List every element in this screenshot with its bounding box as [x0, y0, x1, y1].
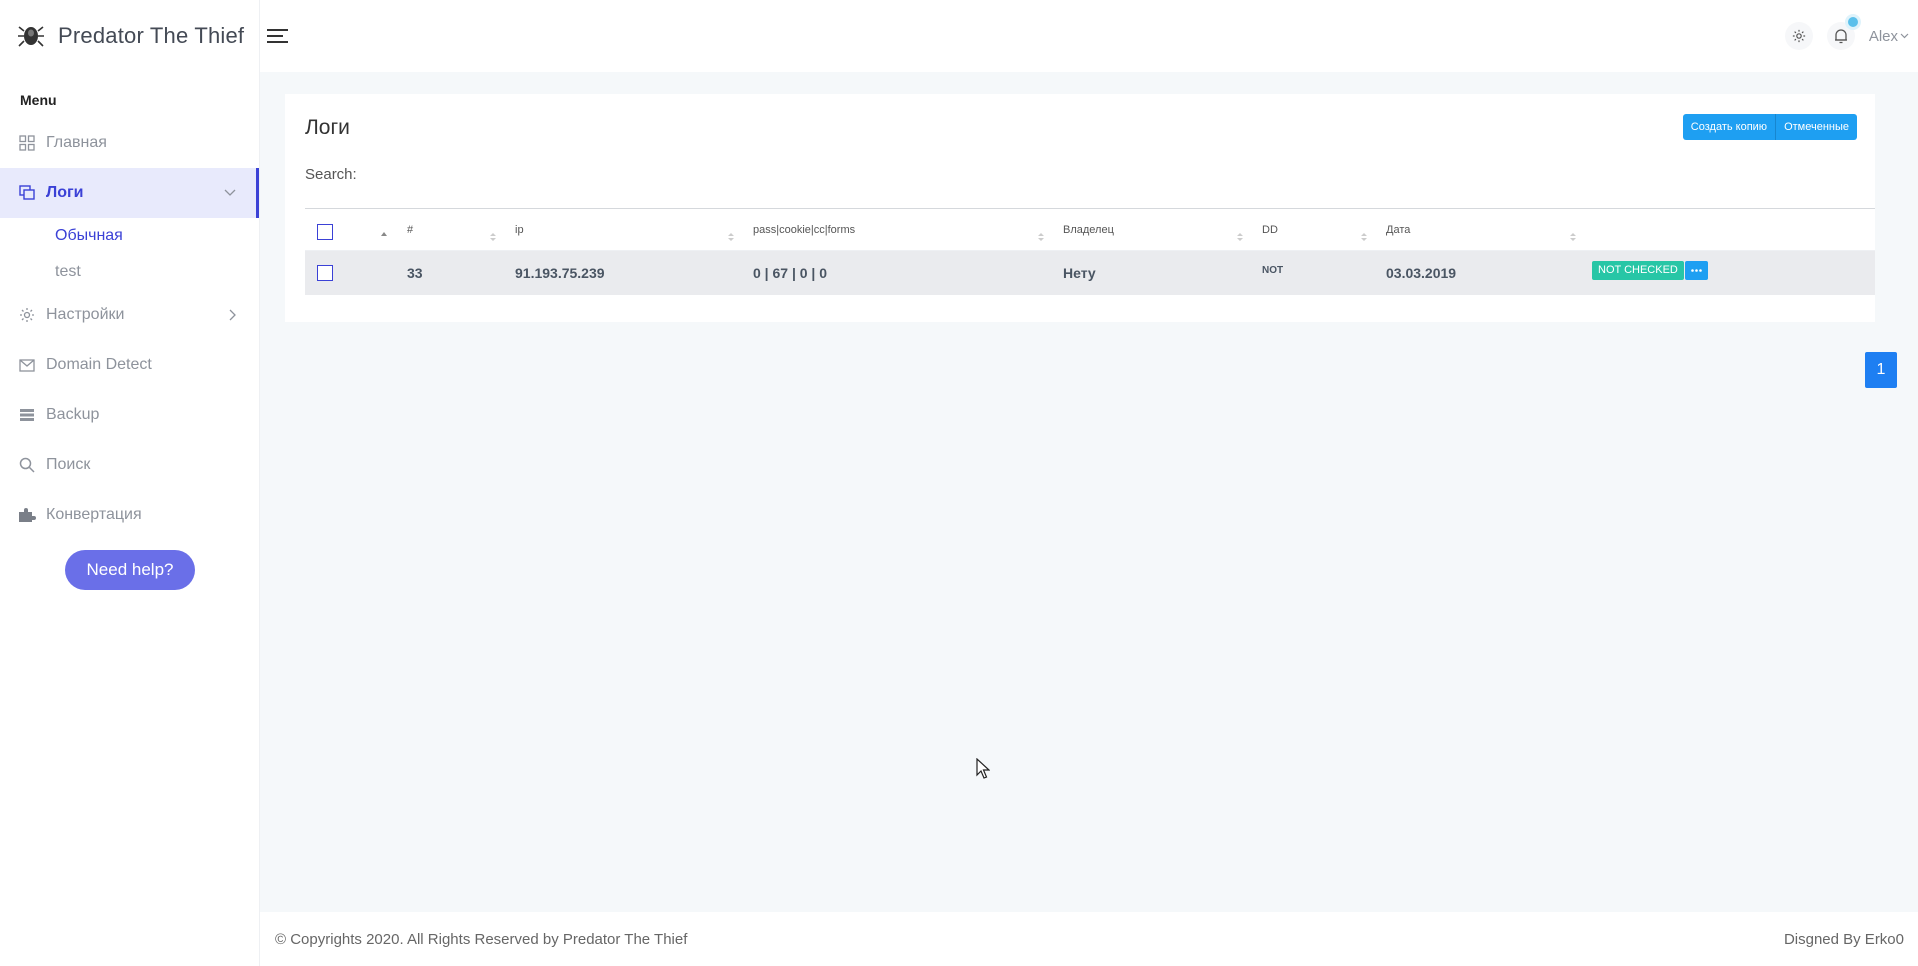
row-checkbox[interactable] — [317, 265, 333, 281]
sort-icon[interactable] — [728, 228, 734, 241]
chevron-down-icon — [224, 187, 236, 199]
sidebar-item-label: Поиск — [46, 456, 91, 473]
logs-card: Логи Создать копию Отмеченные Search: # … — [285, 94, 1875, 322]
bell-icon[interactable] — [1826, 14, 1861, 50]
sort-icon[interactable] — [1361, 228, 1367, 241]
user-menu[interactable]: Alex — [1869, 28, 1910, 45]
select-all-checkbox[interactable] — [317, 224, 333, 240]
page-title: Логи — [305, 116, 350, 139]
logs-table: # ip pass|cookie|cc|forms Владелец DD Да… — [305, 208, 1875, 295]
server-icon — [18, 406, 36, 424]
sidebar: Predator The Thief Menu Главная Логи Обы… — [0, 0, 260, 966]
search-icon — [18, 456, 36, 474]
sidebar-item-conversion[interactable]: Конвертация — [0, 490, 259, 540]
copy-icon — [18, 184, 36, 202]
cell-stats: 0 | 67 | 0 | 0 — [753, 265, 828, 281]
sidebar-item-settings[interactable]: Настройки — [0, 290, 259, 340]
column-header-dd[interactable]: DD — [1262, 209, 1278, 251]
sidebar-item-label: Backup — [46, 406, 100, 423]
column-header-date[interactable]: Дата — [1386, 209, 1410, 251]
notification-dot — [1844, 14, 1861, 30]
cell-dd: NOT — [1262, 265, 1284, 276]
marked-button[interactable]: Отмеченные — [1776, 114, 1857, 140]
user-name: Alex — [1868, 27, 1898, 45]
sidebar-item-domain-detect[interactable]: Domain Detect — [0, 340, 259, 390]
table-row[interactable]: 33 91.193.75.239 0 | 67 | 0 | 0 Нету NOT… — [305, 251, 1875, 295]
submenu-item-regular[interactable]: Обычная — [0, 218, 259, 254]
footer-credit: Disgned By Erko0 — [1783, 931, 1904, 948]
mouse-cursor-icon — [976, 758, 990, 779]
sidebar-item-search[interactable]: Поиск — [0, 440, 259, 490]
action-button-group: Создать копию Отмеченные — [1682, 114, 1857, 140]
column-header-id[interactable]: # — [407, 209, 413, 251]
sidebar-item-label: Главная — [46, 134, 107, 151]
menu-heading: Menu — [20, 92, 57, 108]
hamburger-menu-icon[interactable] — [267, 28, 289, 44]
chevron-down-icon — [1900, 31, 1910, 41]
more-options-button[interactable] — [1685, 261, 1708, 280]
sort-icon[interactable] — [490, 228, 496, 241]
pagination-page-button[interactable]: 1 — [1865, 352, 1897, 388]
sort-asc-icon[interactable] — [381, 223, 387, 236]
settings-gear-icon[interactable] — [1784, 22, 1813, 50]
column-header-ip[interactable]: ip — [515, 209, 524, 251]
sidebar-item-label: Domain Detect — [46, 356, 152, 373]
status-badge[interactable]: NOT CHECKED — [1592, 261, 1684, 280]
footer: © Copyrights 2020. All Rights Reserved b… — [260, 912, 1918, 966]
grid-icon — [18, 134, 36, 152]
sidebar-item-logs[interactable]: Логи — [0, 168, 259, 218]
puzzle-icon — [18, 506, 36, 524]
footer-copyright: © Copyrights 2020. All Rights Reserved b… — [275, 931, 688, 948]
topbar: Alex — [260, 0, 1918, 72]
sort-icon[interactable] — [1038, 228, 1044, 241]
brand-name: Predator The Thief — [58, 23, 245, 48]
sidebar-item-label: Логи — [46, 184, 84, 201]
table-header: # ip pass|cookie|cc|forms Владелец DD Да… — [305, 209, 1875, 251]
need-help-button[interactable]: Need help? — [65, 550, 195, 590]
sidebar-item-home[interactable]: Главная — [0, 118, 259, 168]
spider-logo-icon — [18, 23, 44, 49]
gear-icon — [18, 306, 36, 324]
sidebar-item-label: Конвертация — [46, 506, 142, 523]
sidebar-item-backup[interactable]: Backup — [0, 390, 259, 440]
sort-icon[interactable] — [1237, 228, 1243, 241]
envelope-icon — [18, 356, 36, 374]
sort-icon[interactable] — [1570, 228, 1576, 241]
column-header-stats[interactable]: pass|cookie|cc|forms — [753, 209, 855, 251]
chevron-right-icon — [227, 309, 239, 321]
cell-date: 03.03.2019 — [1386, 265, 1457, 281]
search-label: Search: — [305, 166, 357, 183]
cell-ip: 91.193.75.239 — [515, 265, 605, 281]
submenu-item-test[interactable]: test — [0, 254, 259, 290]
sidebar-item-label: Настройки — [46, 306, 125, 323]
cell-owner: Нету — [1063, 265, 1096, 281]
create-copy-button[interactable]: Создать копию — [1682, 114, 1777, 140]
brand[interactable]: Predator The Thief — [0, 0, 259, 72]
ellipsis-icon — [1691, 269, 1702, 272]
cell-id: 33 — [407, 265, 423, 281]
column-header-owner[interactable]: Владелец — [1063, 209, 1114, 251]
